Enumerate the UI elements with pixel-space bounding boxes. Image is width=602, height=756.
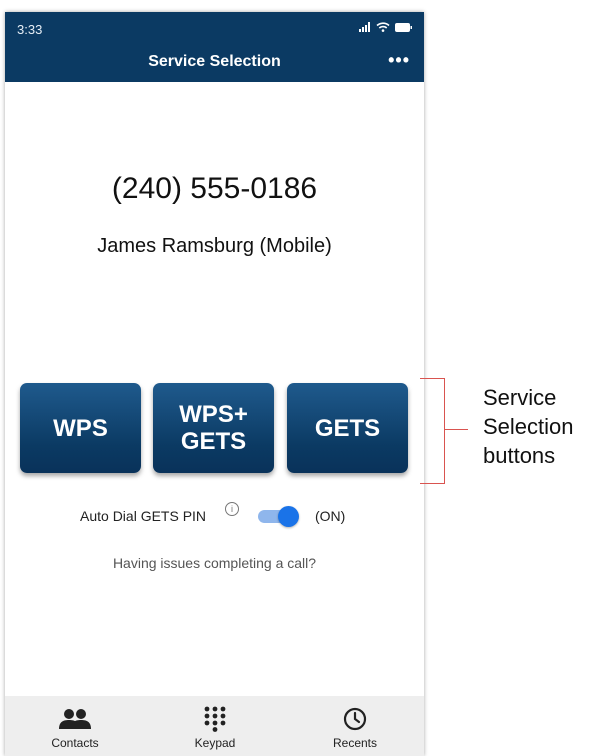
auto-dial-state: (ON) <box>315 508 346 524</box>
gets-button-label: GETS <box>314 414 381 442</box>
auto-dial-row: Auto Dial GETS PIN i (ON) <box>5 502 424 530</box>
annotation-bracket <box>420 378 445 484</box>
phone-number: (240) 555-0186 <box>111 172 318 205</box>
wps-gets-button-label-line2: GETS <box>180 428 247 455</box>
annotation-line-2: Selection <box>483 414 574 439</box>
phone-screen: 3:33 Service Selection ••• (240) 555-018… <box>5 12 424 756</box>
tab-recents-label: Recents <box>332 736 378 750</box>
status-time: 3:33 <box>17 22 43 37</box>
tab-keypad[interactable]: Keypad <box>145 696 285 756</box>
more-options-icon[interactable]: ••• <box>388 50 410 71</box>
auto-dial-toggle[interactable] <box>258 506 299 527</box>
info-icon[interactable]: i <box>225 502 239 516</box>
wps-gets-button-label-line1: WPS+ <box>179 401 248 428</box>
wifi-icon <box>376 22 390 32</box>
gets-button[interactable]: GETS <box>287 383 408 473</box>
tab-contacts-label: Contacts <box>51 736 99 750</box>
help-link[interactable]: Having issues completing a call? <box>5 555 424 571</box>
annotation-line-1: Service <box>483 385 557 410</box>
keypad-icon <box>204 706 226 732</box>
annotation-line-3: buttons <box>483 443 556 468</box>
wps-button-label: WPS <box>53 414 108 442</box>
tab-contacts[interactable]: Contacts <box>5 696 145 756</box>
people-icon <box>59 709 91 729</box>
clock-icon <box>343 707 367 731</box>
status-icons <box>359 22 412 32</box>
tab-keypad-label: Keypad <box>194 736 236 750</box>
contact-name: James Ramsburg (Mobile) <box>97 235 332 257</box>
signal-icon <box>359 22 370 32</box>
bottom-tab-bar: Contacts Keypad Recents <box>5 696 424 756</box>
app-header: 3:33 Service Selection ••• <box>5 12 424 82</box>
battery-icon <box>395 22 412 32</box>
tab-recents[interactable]: Recents <box>285 696 424 756</box>
wps-gets-button[interactable]: WPS+ GETS <box>153 383 274 473</box>
annotation-bracket-tick <box>444 429 468 430</box>
toggle-knob <box>278 506 299 527</box>
auto-dial-label: Auto Dial GETS PIN <box>80 508 207 524</box>
page-title: Service Selection <box>148 53 281 70</box>
wps-button[interactable]: WPS <box>20 383 141 473</box>
annotation-label: Service Selection buttons <box>483 383 574 470</box>
